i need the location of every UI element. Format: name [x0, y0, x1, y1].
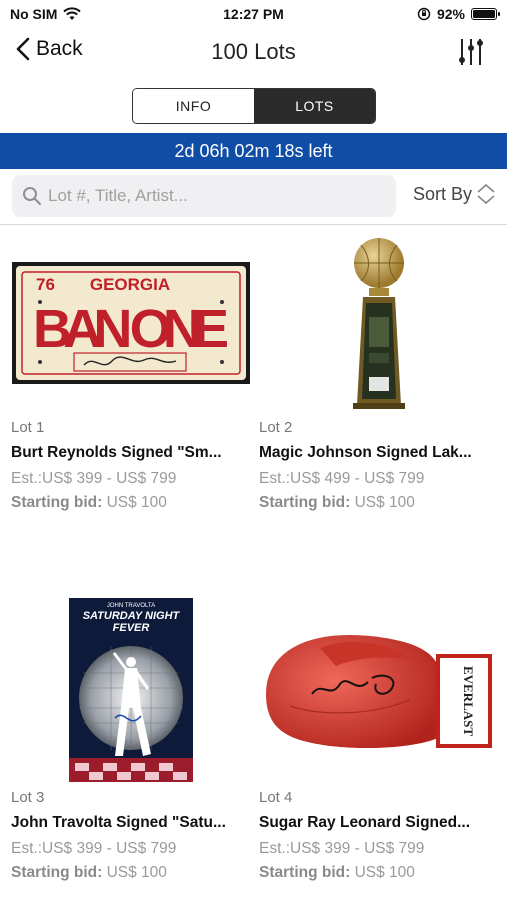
lot-card-4[interactable]: EVERLAST Lot 4 Sugar Ray Leonard Signed.…: [259, 600, 499, 890]
tab-info[interactable]: INFO: [133, 89, 254, 123]
basketball-trophy-image: [259, 235, 499, 410]
status-bar: No SIM 12:27 PM 92%: [0, 0, 507, 30]
lot-estimate: Est.:US$ 399 - US$ 799: [11, 470, 177, 487]
starting-bid-label: Starting bid:: [11, 494, 103, 511]
search-input[interactable]: [48, 186, 388, 206]
sort-by-label: Sort By: [413, 183, 473, 204]
lot-number: Lot 2: [259, 419, 293, 436]
plate-text: BAN ONE: [33, 299, 229, 359]
poster-title-line-2: FEVER: [113, 622, 150, 634]
page-title: 100 Lots: [211, 39, 296, 64]
lot-title: Burt Reynolds Signed "Sm...: [11, 444, 222, 461]
starting-bid-value: US$ 100: [354, 864, 415, 881]
lot-card-1[interactable]: 76 GEORGIA BAN ONE Lot 1 Burt Reynolds S…: [11, 230, 251, 520]
plate-state: GEORGIA: [90, 275, 170, 294]
info-lots-segmented-control: INFO LOTS: [132, 88, 376, 124]
starting-bid-label: Starting bid:: [259, 864, 351, 881]
lot-starting-bid: Starting bid: US$ 100: [11, 494, 167, 512]
tab-lots[interactable]: LOTS: [254, 89, 375, 123]
lot-number: Lot 3: [11, 789, 45, 806]
lot-estimate: Est.:US$ 399 - US$ 799: [11, 840, 177, 857]
lot-starting-bid: Starting bid: US$ 100: [11, 864, 167, 882]
countdown-timer-text: 2d 06h 02m 18s left: [174, 140, 333, 161]
starting-bid-value: US$ 100: [106, 864, 167, 881]
lot-title: Sugar Ray Leonard Signed...: [259, 814, 471, 831]
license-plate-image: 76 GEORGIA BAN ONE: [11, 235, 251, 410]
plate-year: 76: [36, 275, 55, 294]
search-icon: [23, 187, 41, 205]
filter-sliders-icon[interactable]: [455, 36, 487, 68]
lot-title: Magic Johnson Signed Lak...: [259, 444, 472, 461]
countdown-timer-bar: 2d 06h 02m 18s left: [0, 133, 507, 169]
lot-starting-bid: Starting bid: US$ 100: [259, 494, 415, 512]
lot-card-3[interactable]: JOHN TRAVOLTA SATURDAY NIGHT FEVER Lot 3…: [11, 597, 251, 890]
starting-bid-label: Starting bid:: [259, 494, 351, 511]
navigation-bar: Back 100 Lots: [0, 30, 507, 76]
poster-top-text: JOHN TRAVOLTA: [107, 603, 155, 609]
orientation-lock-icon: [417, 7, 431, 21]
lot-card-2[interactable]: Lot 2 Magic Johnson Signed Lak... Est.:U…: [259, 230, 499, 520]
boxing-glove-image: EVERLAST: [259, 602, 499, 777]
glove-brand-text: EVERLAST: [461, 665, 476, 735]
lot-title: John Travolta Signed "Satu...: [11, 814, 226, 831]
battery-icon: [471, 8, 500, 20]
starting-bid-value: US$ 100: [106, 494, 167, 511]
starting-bid-value: US$ 100: [354, 494, 415, 511]
lot-estimate: Est.:US$ 399 - US$ 799: [259, 840, 425, 857]
lot-number: Lot 1: [11, 419, 45, 436]
battery-fill: [473, 10, 495, 18]
lot-starting-bid: Starting bid: US$ 100: [259, 864, 415, 882]
sort-diamond-icon: [477, 183, 495, 205]
divider: [0, 224, 507, 225]
lot-number: Lot 4: [259, 789, 293, 806]
search-box[interactable]: [12, 175, 396, 217]
lot-estimate: Est.:US$ 499 - US$ 799: [259, 470, 425, 487]
poster-title-line-1: SATURDAY NIGHT: [83, 610, 181, 622]
starting-bid-label: Starting bid:: [11, 864, 103, 881]
movie-poster-image: JOHN TRAVOLTA SATURDAY NIGHT FEVER: [11, 597, 251, 782]
status-right: 92%: [417, 6, 500, 22]
sort-by-button[interactable]: Sort By: [413, 183, 496, 205]
battery-percent: 92%: [436, 6, 465, 22]
